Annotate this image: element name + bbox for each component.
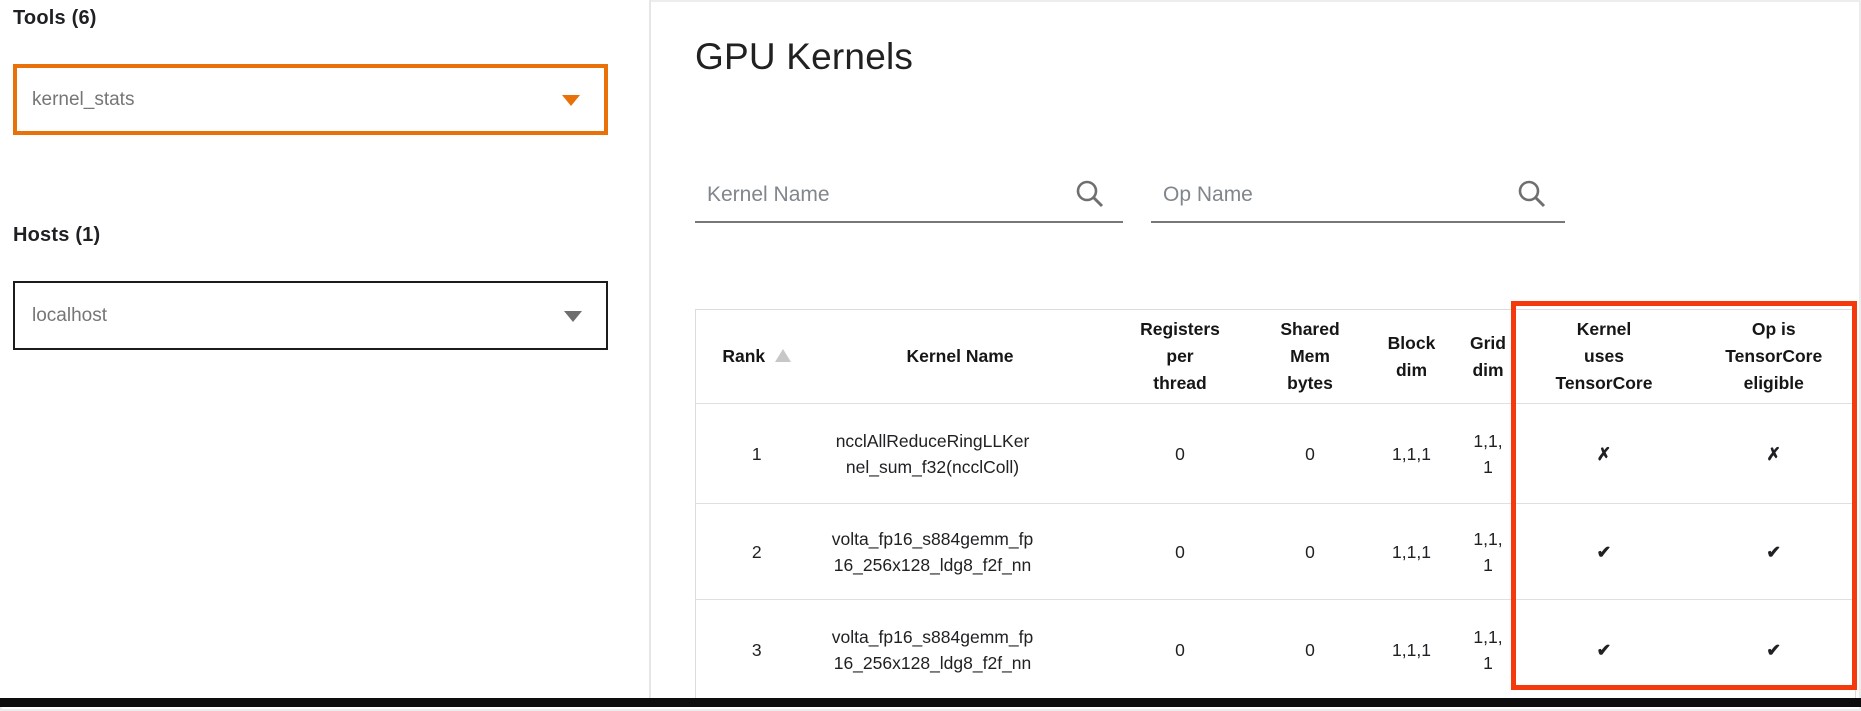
tools-select[interactable]: kernel_stats	[13, 64, 608, 135]
cell-registers-per-thread: 0	[1103, 404, 1258, 504]
cell-kernel-uses-tensorcore: ✔	[1516, 600, 1693, 700]
header-op-is-tensorcore-eligible: Op is TensorCore eligible	[1693, 310, 1856, 404]
chevron-down-icon	[562, 95, 580, 106]
search-icon	[1075, 179, 1105, 209]
tools-select-value: kernel_stats	[32, 89, 134, 111]
header-rank-label: Rank	[722, 346, 765, 366]
search-icon	[1517, 179, 1547, 209]
cell-grid-dim: 1,1, 1	[1461, 404, 1516, 504]
table-row: 1 ncclAllReduceRingLLKernel_sum_f32(nccl…	[696, 404, 1856, 504]
table-row: 3 volta_fp16_s884gemm_fp16_256x128_ldg8_…	[696, 600, 1856, 700]
main-content: GPU Kernels Rank Kernel Name Re	[653, 0, 1861, 698]
cell-op-is-tensorcore-eligible: ✗	[1693, 404, 1856, 504]
profiler-kernel-stats-page: Tools (6) kernel_stats Hosts (1) localho…	[0, 0, 1861, 711]
cell-block-dim: 1,1,1	[1363, 504, 1461, 600]
cell-op-is-tensorcore-eligible: ✔	[1693, 600, 1856, 700]
op-name-search-input[interactable]	[1151, 150, 1565, 221]
hosts-section-label: Hosts (1)	[13, 224, 100, 247]
header-registers-per-thread: Registers per thread	[1103, 310, 1258, 404]
cell-rank: 3	[696, 600, 818, 700]
cell-shared-mem-bytes: 0	[1258, 504, 1363, 600]
header-grid-dim: Grid dim	[1461, 310, 1516, 404]
header-shared-mem-bytes: Shared Mem bytes	[1258, 310, 1363, 404]
hosts-select-value: localhost	[32, 305, 107, 327]
cell-op-is-tensorcore-eligible: ✔	[1693, 504, 1856, 600]
header-rank[interactable]: Rank	[696, 310, 818, 404]
cell-block-dim: 1,1,1	[1363, 600, 1461, 700]
header-kernel-uses-tensorcore: Kernel uses TensorCore	[1516, 310, 1693, 404]
bottom-divider-bar	[0, 698, 1861, 707]
gpu-kernels-table: Rank Kernel Name Registers per thread Sh…	[695, 309, 1856, 700]
table-row: 2 volta_fp16_s884gemm_fp16_256x128_ldg8_…	[696, 504, 1856, 600]
hosts-select[interactable]: localhost	[13, 281, 608, 350]
kernel-name-search-input[interactable]	[695, 150, 1123, 221]
cell-kernel-uses-tensorcore: ✔	[1516, 504, 1693, 600]
cell-grid-dim: 1,1, 1	[1461, 504, 1516, 600]
page-title: GPU Kernels	[695, 36, 913, 78]
cell-shared-mem-bytes: 0	[1258, 600, 1363, 700]
cell-rank: 1	[696, 404, 818, 504]
cell-grid-dim: 1,1, 1	[1461, 600, 1516, 700]
cell-kernel-name: volta_fp16_s884gemm_fp16_256x128_ldg8_f2…	[818, 504, 1103, 600]
cell-shared-mem-bytes: 0	[1258, 404, 1363, 504]
chevron-down-icon	[564, 311, 582, 322]
tools-section-label: Tools (6)	[13, 7, 97, 30]
header-block-dim: Block dim	[1363, 310, 1461, 404]
cell-registers-per-thread: 0	[1103, 600, 1258, 700]
cell-registers-per-thread: 0	[1103, 504, 1258, 600]
op-name-search-field	[1151, 150, 1565, 223]
sidebar: Tools (6) kernel_stats Hosts (1) localho…	[0, 0, 651, 698]
cell-block-dim: 1,1,1	[1363, 404, 1461, 504]
cell-kernel-uses-tensorcore: ✗	[1516, 404, 1693, 504]
cell-rank: 2	[696, 504, 818, 600]
table-header-row: Rank Kernel Name Registers per thread Sh…	[696, 310, 1856, 404]
header-kernel-name: Kernel Name	[818, 310, 1103, 404]
sort-ascending-icon	[775, 349, 791, 362]
kernel-name-search-field	[695, 150, 1123, 223]
cell-kernel-name: volta_fp16_s884gemm_fp16_256x128_ldg8_f2…	[818, 600, 1103, 700]
cell-kernel-name: ncclAllReduceRingLLKernel_sum_f32(ncclCo…	[818, 404, 1103, 504]
